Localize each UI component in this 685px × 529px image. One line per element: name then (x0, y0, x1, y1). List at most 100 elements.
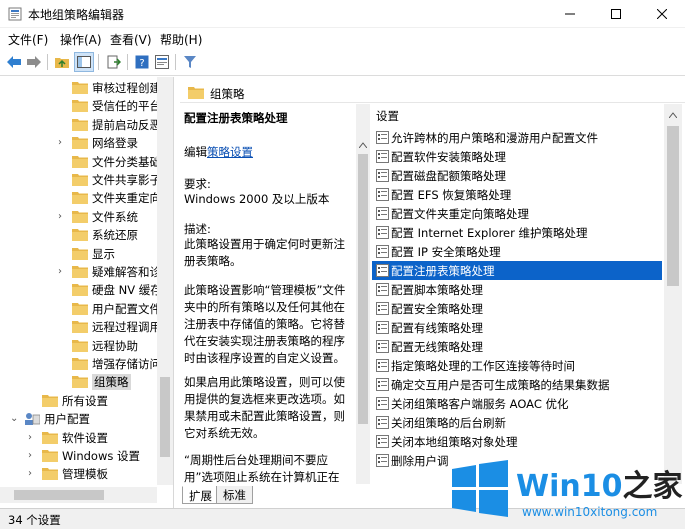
tree-item[interactable]: 所有设置 (0, 392, 160, 410)
tree-item[interactable]: 显示 (0, 245, 160, 263)
policy-setting-row[interactable]: 指定策略处理的工作区连接等待时间 (372, 356, 662, 375)
edit-policy-link[interactable]: 策略设置 (207, 145, 253, 159)
tab-standard[interactable]: 标准 (216, 486, 253, 504)
policy-setting-row[interactable]: 允许跨林的用户策略和漫游用户配置文件 (372, 128, 662, 147)
expand-chevron-icon[interactable] (58, 340, 68, 352)
tree-hscroll-thumb[interactable] (14, 490, 104, 500)
tree-item[interactable]: 远程协助 (0, 337, 160, 355)
policy-setting-row[interactable]: 关闭组策略客户端服务 AOAC 优化 (372, 394, 662, 413)
tree-item[interactable]: 硬盘 NV 缓存 (0, 281, 160, 299)
tree-item[interactable]: › Windows 设置 (0, 447, 160, 465)
expand-chevron-icon[interactable] (58, 376, 68, 388)
settings-scroll-thumb[interactable] (667, 126, 679, 286)
policy-setting-row[interactable]: 配置 EFS 恢复策略处理 (372, 185, 662, 204)
policy-setting-label: 配置注册表策略处理 (391, 264, 495, 278)
tree-item[interactable]: › 软件设置 (0, 429, 160, 447)
policy-setting-label: 配置文件夹重定向策略处理 (391, 207, 529, 221)
policy-setting-icon (376, 378, 389, 391)
policy-setting-row[interactable]: 配置无线策略处理 (372, 337, 662, 356)
tree-item[interactable]: › 网络登录 (0, 134, 160, 152)
expand-chevron-icon[interactable] (58, 358, 68, 370)
expand-chevron-icon[interactable] (58, 100, 68, 112)
expand-chevron-icon[interactable] (58, 119, 68, 131)
folder-icon (72, 228, 88, 242)
tree-item[interactable]: 系统还原 (0, 226, 160, 244)
expand-chevron-icon[interactable] (58, 303, 68, 315)
policy-setting-row[interactable]: 配置有线策略处理 (372, 318, 662, 337)
description-scroll-thumb[interactable] (358, 154, 368, 424)
collapse-chevron-icon[interactable]: ⌄ (10, 413, 20, 425)
expand-chevron-icon[interactable] (58, 229, 68, 241)
expand-chevron-icon[interactable] (58, 192, 68, 204)
help-button[interactable]: ? (132, 52, 152, 72)
expand-chevron-icon[interactable]: › (28, 432, 38, 444)
policy-setting-row[interactable]: 关闭组策略的后台刷新 (372, 413, 662, 432)
forward-button[interactable] (24, 52, 44, 72)
tree-item[interactable]: › 管理模板 (0, 465, 160, 483)
tree-item[interactable]: 增强存储访问 (0, 355, 160, 373)
tree-scroll-thumb[interactable] (160, 377, 170, 457)
description-text-4: “周期性后台处理期间不要应用”选项阻止系统在计算机正在使用时后 (184, 453, 340, 484)
tree-item[interactable]: ⌄ 用户配置 (0, 410, 160, 428)
properties-button[interactable] (152, 52, 172, 72)
close-button[interactable] (639, 0, 685, 28)
svg-text:?: ? (139, 58, 144, 69)
description-scrollbar[interactable] (356, 104, 370, 484)
maximize-button[interactable] (593, 0, 639, 28)
back-button[interactable] (4, 52, 24, 72)
policy-setting-label: 配置 EFS 恢复策略处理 (391, 188, 512, 202)
back-arrow-icon (7, 56, 21, 68)
expand-chevron-icon[interactable]: › (28, 450, 38, 462)
menu-file[interactable]: 文件(F) (8, 31, 48, 48)
tree-horizontal-scrollbar[interactable] (0, 487, 157, 503)
tab-extended[interactable]: 扩展 (182, 486, 219, 504)
expand-chevron-icon[interactable] (58, 248, 68, 260)
expand-chevron-icon[interactable] (58, 82, 68, 94)
expand-chevron-icon[interactable]: › (58, 266, 68, 278)
policy-setting-row[interactable]: 配置磁盘配额策略处理 (372, 166, 662, 185)
tree-item[interactable]: 文件共享影子副本提供程序 (0, 171, 160, 189)
tree-vertical-scrollbar[interactable] (157, 77, 173, 485)
policy-setting-icon (376, 245, 389, 258)
policy-setting-row[interactable]: 配置安全策略处理 (372, 299, 662, 318)
show-hide-tree-button[interactable] (74, 52, 94, 72)
settings-scrollbar[interactable] (664, 104, 682, 484)
tree-item[interactable]: 审核过程创建 (0, 79, 160, 97)
policy-setting-row[interactable]: 配置注册表策略处理 (372, 261, 662, 280)
expand-chevron-icon[interactable] (58, 284, 68, 296)
up-one-level-button[interactable] (52, 52, 72, 72)
tree-item[interactable]: 远程过程调用 (0, 318, 160, 336)
menu-help[interactable]: 帮助(H) (160, 31, 202, 48)
expand-chevron-icon[interactable]: › (28, 468, 38, 480)
policy-setting-label: 配置安全策略处理 (391, 302, 483, 316)
tree-item[interactable]: 用户配置文件 (0, 300, 160, 318)
menu-action[interactable]: 操作(A) (60, 31, 102, 48)
tree-item[interactable]: 提前启动反恶意软件 (0, 116, 160, 134)
expand-chevron-icon[interactable] (58, 156, 68, 168)
tree-item[interactable]: 组策略 (0, 373, 160, 391)
tree-item[interactable]: 文件分类基础结构 (0, 153, 160, 171)
tree-item[interactable]: 文件夹重定向 (0, 189, 160, 207)
policy-setting-row[interactable]: 配置 IP 安全策略处理 (372, 242, 662, 261)
folder-icon (72, 155, 88, 168)
policy-setting-row[interactable]: 配置文件夹重定向策略处理 (372, 204, 662, 223)
expand-chevron-icon[interactable]: › (58, 137, 68, 149)
expand-chevron-icon[interactable] (58, 321, 68, 333)
expand-chevron-icon[interactable]: › (58, 211, 68, 223)
export-list-button[interactable] (104, 52, 124, 72)
menu-view[interactable]: 查看(V) (110, 31, 152, 48)
policy-setting-row[interactable]: 关闭本地组策略对象处理 (372, 432, 662, 451)
settings-column-header[interactable]: 设置 (372, 104, 662, 126)
policy-setting-row[interactable]: 配置脚本策略处理 (372, 280, 662, 299)
tree-item[interactable]: › 文件系统 (0, 208, 160, 226)
expand-chevron-icon[interactable] (28, 395, 38, 407)
policy-setting-row[interactable]: 配置软件安装策略处理 (372, 147, 662, 166)
minimize-button[interactable] (547, 0, 593, 28)
policy-setting-row[interactable]: 配置 Internet Explorer 维护策略处理 (372, 223, 662, 242)
expand-chevron-icon[interactable] (58, 174, 68, 186)
policy-setting-row[interactable]: 确定交互用户是否可生成策略的结果集数据 (372, 375, 662, 394)
tree-item[interactable]: 受信任的平台 (0, 97, 160, 115)
filter-button[interactable] (180, 52, 200, 72)
tree-item[interactable]: › 疑难解答和诊断 (0, 263, 160, 281)
edit-prefix: 编辑 (184, 145, 207, 159)
